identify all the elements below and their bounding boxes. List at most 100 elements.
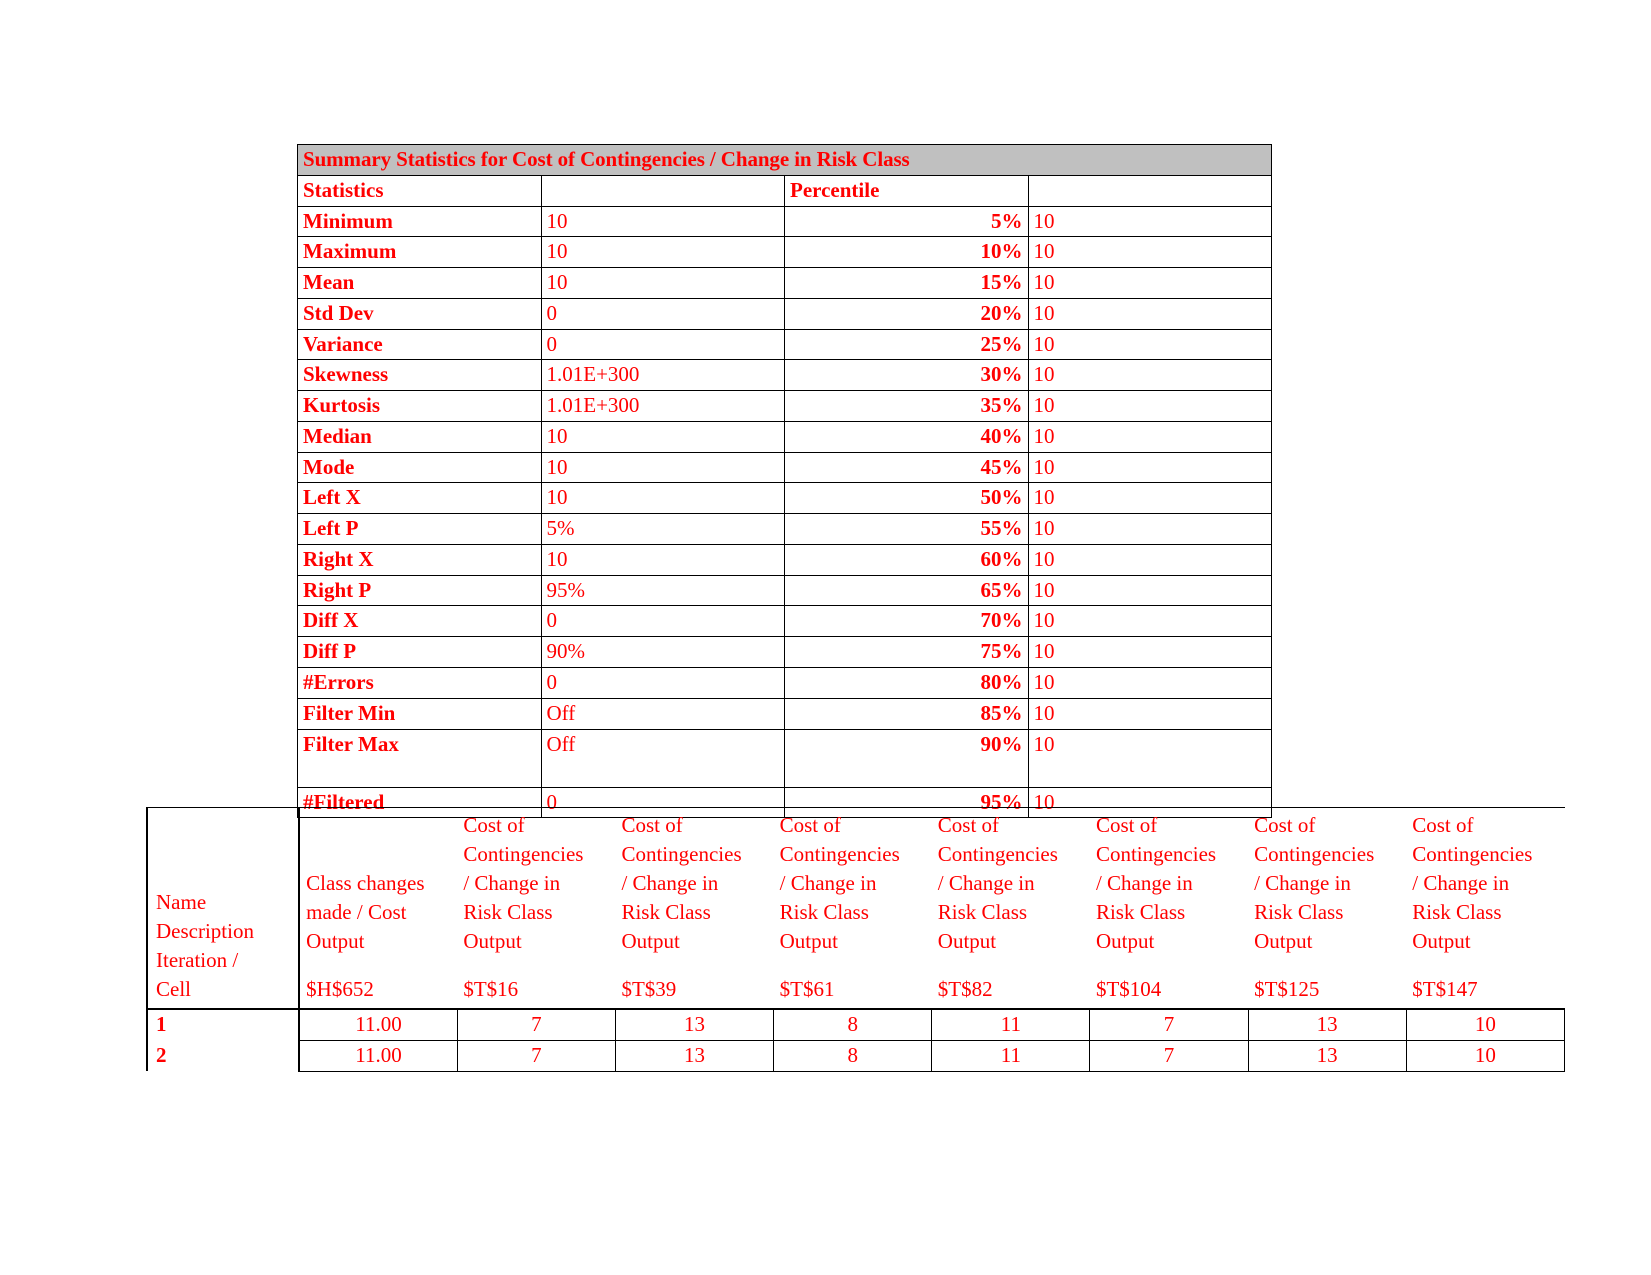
detail-corner-header: Name Description Iteration / Cell (145, 807, 301, 1010)
stat-value: Off (540, 728, 785, 788)
column-header-line1: Cost of (1412, 813, 1474, 838)
table-row: Maximum 10 10% 10 (297, 236, 1272, 269)
summary-title-row: Summary Statistics for Cost of Contingen… (297, 144, 1272, 176)
table-row: Diff P 90% 75% 10 (297, 636, 1272, 669)
table-row: 1 11.00 7 13 8 11 7 13 10 (145, 1009, 1566, 1041)
percentile-value: 10 (1027, 543, 1272, 576)
table-row: 2 11.00 7 13 8 11 7 13 10 (145, 1040, 1566, 1072)
row-cell: 13 (614, 1040, 775, 1072)
summary-statistics-table-container: Summary Statistics for Cost of Contingen… (297, 144, 1272, 819)
stat-label: Skewness (297, 359, 542, 392)
column-header: Cost of Contingencies / Change in Risk C… (1089, 807, 1249, 1010)
table-row: Std Dev 0 20% 10 (297, 297, 1272, 330)
stat-label: Maximum (297, 236, 542, 269)
column-header-line3: / Change in (621, 871, 719, 896)
column-header: Cost of Contingencies / Change in Risk C… (1248, 807, 1407, 1010)
stat-value: Off (540, 697, 785, 730)
percentile-label: 50% (784, 482, 1029, 515)
row-cell: 10 (1405, 1040, 1566, 1072)
column-header-line3: / Change in (937, 871, 1035, 896)
header-percentile: Percentile (784, 174, 1029, 207)
row-cell: 8 (773, 1040, 933, 1072)
row-cell: 11 (931, 1040, 1091, 1072)
column-header: Cost of Contingencies / Change in Risk C… (1406, 807, 1565, 1010)
percentile-label: 85% (784, 697, 1029, 730)
table-row: Variance 0 25% 10 (297, 328, 1272, 361)
column-header-line2: made / Cost (306, 900, 407, 925)
column-header-output: Output (463, 929, 522, 954)
corner-cell: Cell (156, 977, 191, 1002)
column-header: Cost of Contingencies / Change in Risk C… (457, 807, 616, 1010)
summary-statistics-body: Summary Statistics for Cost of Contingen… (297, 144, 1272, 819)
percentile-value: 10 (1027, 328, 1272, 361)
percentile-label: 5% (784, 205, 1029, 238)
summary-title: Summary Statistics for Cost of Contingen… (297, 144, 1272, 176)
percentile-value: 10 (1027, 574, 1272, 607)
table-row: Kurtosis 1.01E+300 35% 10 (297, 390, 1272, 422)
stat-value: 10 (540, 420, 785, 453)
percentile-value: 10 (1027, 236, 1272, 269)
column-header-spacer (1412, 956, 1558, 975)
table-row: Minimum 10 5% 10 (297, 205, 1272, 238)
column-header-line3: / Change in (1254, 871, 1351, 896)
percentile-value: 10 (1027, 205, 1272, 238)
percentile-label: 55% (784, 513, 1029, 545)
iteration-detail-table-container: Name Description Iteration / Cell Class … (145, 807, 1566, 1072)
header-value-blank (540, 174, 785, 207)
column-header-line1: Class changes (306, 871, 425, 896)
column-header-spacer (1254, 956, 1400, 975)
column-header: Cost of Contingencies / Change in Risk C… (931, 807, 1090, 1010)
stat-value: 10 (540, 267, 785, 299)
column-header-output: Output (1412, 929, 1471, 954)
column-header-output: Output (306, 929, 365, 954)
table-row: Diff X 0 70% 10 (297, 605, 1272, 638)
column-header-output: Output (1254, 929, 1313, 954)
header-percentile-value-blank (1027, 174, 1272, 207)
column-header-output: Output (779, 929, 838, 954)
percentile-value: 10 (1027, 359, 1272, 392)
column-header-spacer (621, 956, 767, 975)
column-header-cell: $T$82 (937, 977, 993, 1002)
column-header-line2: Contingencies (621, 842, 742, 867)
percentile-value: 10 (1027, 513, 1272, 545)
column-header-line3: / Change in (1412, 871, 1510, 896)
percentile-value: 10 (1027, 728, 1272, 788)
percentile-value: 10 (1027, 697, 1272, 730)
stat-value: 1.01E+300 (540, 359, 785, 392)
stat-label: Right X (297, 543, 542, 576)
table-row: Left P 5% 55% 10 (297, 513, 1272, 545)
percentile-value: 10 (1027, 605, 1272, 638)
stat-label: Kurtosis (297, 390, 542, 422)
column-header-line1: Cost of (463, 813, 525, 838)
column-header-line1: Cost of (937, 813, 1000, 838)
row-cell: 13 (614, 1009, 775, 1041)
row-cell: 7 (1089, 1040, 1249, 1072)
percentile-value: 10 (1027, 667, 1272, 699)
stat-label: Std Dev (297, 297, 542, 330)
table-row: Filter Min Off 85% 10 (297, 697, 1272, 730)
table-row: Mean 10 15% 10 (297, 267, 1272, 299)
stat-label: Mode (297, 451, 542, 484)
row-cell: 11 (931, 1009, 1091, 1041)
table-row: Left X 10 50% 10 (297, 482, 1272, 515)
percentile-label: 45% (784, 451, 1029, 484)
column-header-line4: Risk Class (621, 900, 711, 925)
percentile-value: 10 (1027, 636, 1272, 669)
stat-value: 1.01E+300 (540, 390, 785, 422)
column-header-line4: Risk Class (1412, 900, 1502, 925)
column-header-line4: Risk Class (1095, 900, 1186, 925)
column-header-line4: Risk Class (463, 900, 553, 925)
column-header-cell: $T$147 (1412, 977, 1478, 1002)
stat-label: Diff P (297, 636, 542, 669)
column-header-line3: / Change in (1095, 871, 1193, 896)
column-header-line1: Cost of (779, 813, 841, 838)
percentile-value: 10 (1027, 420, 1272, 453)
column-header-line2: Contingencies (1412, 842, 1533, 867)
stat-value: 0 (540, 328, 785, 361)
row-cell: 11.00 (298, 1009, 458, 1041)
percentile-value: 10 (1027, 482, 1272, 515)
percentile-label: 80% (784, 667, 1029, 699)
summary-statistics-table: Summary Statistics for Cost of Contingen… (297, 144, 1272, 819)
stat-label: Diff X (297, 605, 542, 638)
stat-label: #Errors (297, 667, 542, 699)
